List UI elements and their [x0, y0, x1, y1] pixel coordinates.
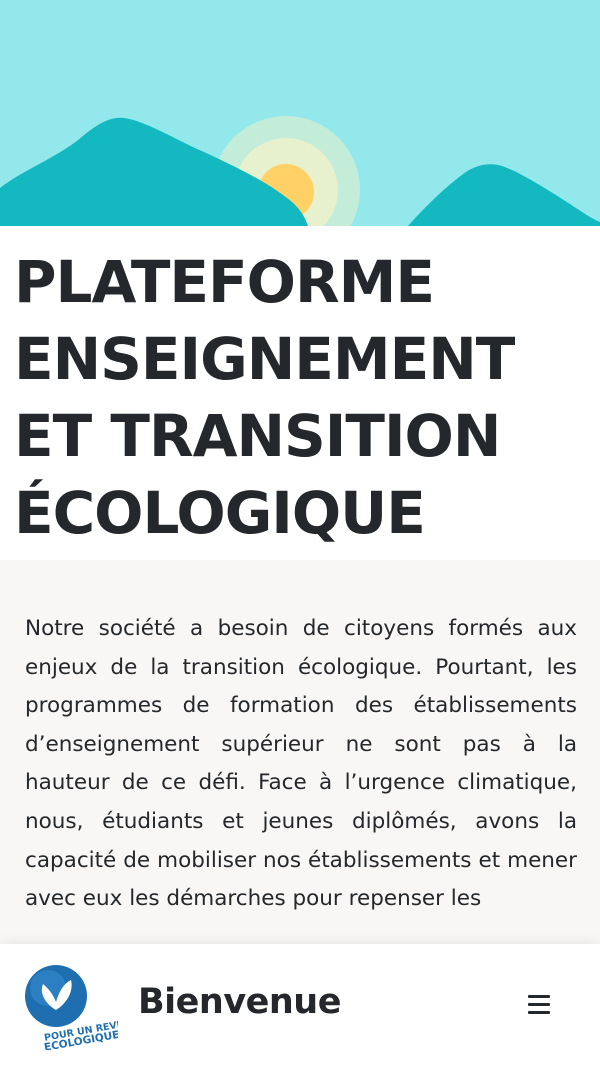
reveil-ecologique-logo[interactable]: POUR UN REVEIL ECOLOGIQUE: [22, 964, 118, 1050]
menu-bar-bottom: [528, 1011, 550, 1014]
menu-button[interactable]: [518, 988, 560, 1022]
title-block: PLATEFORME ENSEIGNEMENT ET TRANSITION ÉC…: [0, 226, 600, 560]
intro-section: Notre société a besoin de citoyens formé…: [0, 560, 600, 944]
page: PLATEFORME ENSEIGNEMENT ET TRANSITION ÉC…: [0, 0, 600, 1068]
intro-paragraph: Notre société a besoin de citoyens formé…: [25, 616, 577, 912]
menu-bar-middle: [528, 1003, 550, 1006]
bottom-navigation-bar: POUR UN REVEIL ECOLOGIQUE Bienvenue: [0, 944, 600, 1068]
page-title: PLATEFORME ENSEIGNEMENT ET TRANSITION ÉC…: [14, 248, 515, 547]
bar-title: Bienvenue: [138, 982, 341, 1022]
hero-illustration: [0, 0, 600, 226]
menu-bar-top: [528, 995, 550, 998]
